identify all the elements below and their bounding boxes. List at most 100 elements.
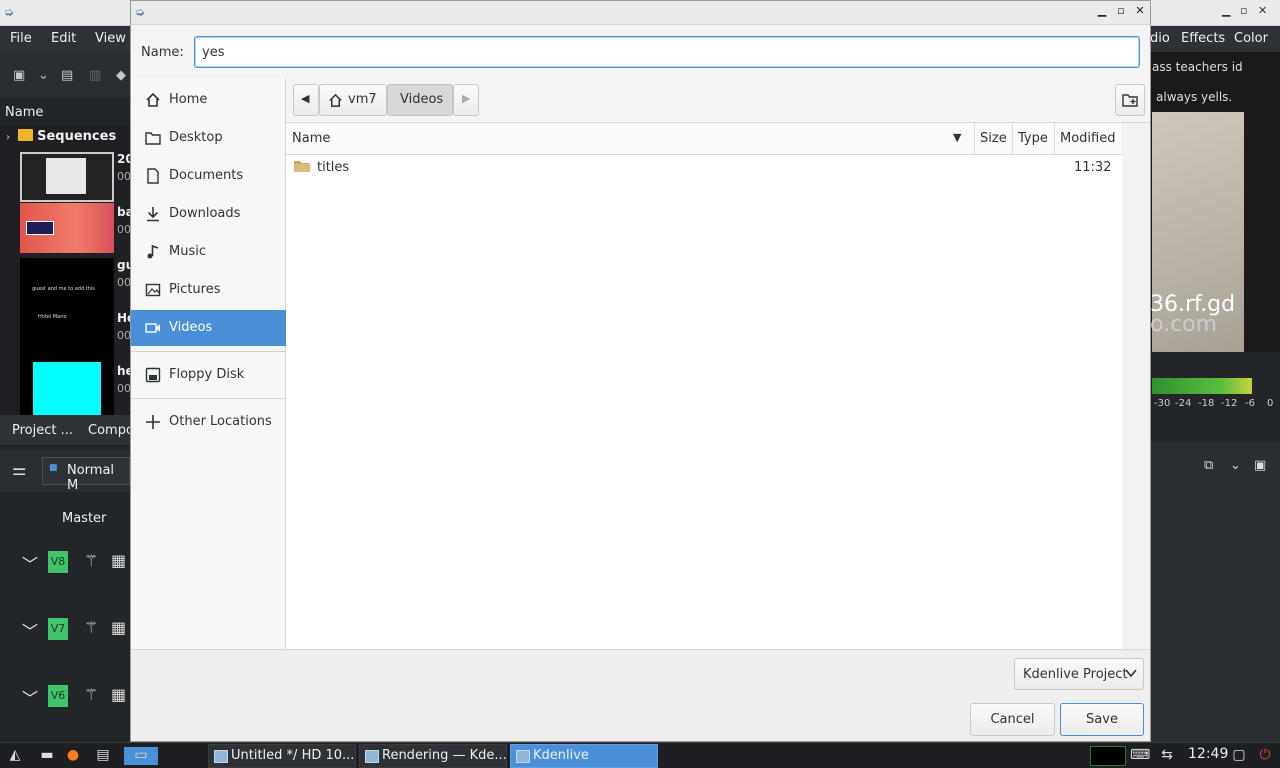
clip-thumbnail[interactable] [20,362,114,415]
power-icon[interactable]: ⏻ [1256,747,1274,765]
magic-wand-icon[interactable]: ⚚ [84,618,98,637]
menu-edit[interactable]: Edit [51,31,76,46]
path-segment-videos[interactable]: Videos [387,84,453,116]
track-badge[interactable]: V8 [48,551,68,573]
trash-icon[interactable]: ▥ [89,68,101,83]
column-modified[interactable]: Modified [1060,131,1115,146]
film-icon[interactable]: ▦ [111,618,126,637]
link-icon[interactable]: ⧉ [1204,458,1213,473]
sequences-folder[interactable]: › Sequences [6,129,116,144]
kdenlive-menubar-right: dio Effects Color [1150,26,1280,52]
filter-value: Kdenlive Project [1023,667,1128,682]
collapse-icon[interactable]: ﹀ [22,551,38,575]
task-label: Kdenlive [533,748,589,763]
collapse-icon[interactable]: ﹀ [22,618,38,642]
menu-view[interactable]: View [95,31,126,46]
path-segment-home[interactable]: vm7 [319,84,387,116]
task-button[interactable]: Kdenlive [510,744,658,768]
filename-input[interactable] [194,36,1140,68]
magic-wand-icon[interactable]: ⚚ [84,551,98,570]
clip-thumbnail[interactable] [20,203,114,253]
place-documents[interactable]: Documents [131,158,286,194]
close-icon[interactable]: ✕ [1258,4,1267,17]
save-file-dialog: ➭ ▁ ▫ ✕ Name: Home Desktop Documents Dow… [130,0,1151,742]
firefox-icon[interactable]: ● [64,747,82,765]
chevron-right-icon: ▶ [462,92,471,105]
clip-thumbnail[interactable]: guest and me to add this Hotel Mario [20,258,114,362]
menu-audio[interactable]: dio [1150,31,1170,46]
create-folder-button[interactable] [1115,84,1145,116]
place-desktop[interactable]: Desktop [131,120,286,156]
film-icon[interactable]: ▦ [111,551,126,570]
clip-duration: 00 [117,223,131,236]
tab-compositions[interactable]: Compo [88,423,134,438]
place-videos[interactable]: Videos [131,310,286,346]
folder-icon [18,129,34,141]
chevron-down-icon[interactable]: ⌄ [38,68,49,83]
place-floppy[interactable]: Floppy Disk [131,357,286,393]
tab-project[interactable]: Project ... [12,423,73,438]
notification-icon[interactable]: ▢ [1230,747,1248,765]
track-badge[interactable]: V6 [48,685,68,707]
clip-duration: 00 [117,170,131,183]
kdenlive-app-icon: ➭ [4,5,15,19]
file-modified: 11:32 [1074,160,1112,175]
magic-wand-icon[interactable]: ⚚ [84,685,98,704]
place-other-locations[interactable]: Other Locations [131,404,286,440]
tag-icon[interactable]: ◆ [116,68,126,83]
column-type[interactable]: Type [1018,131,1048,146]
add-folder-icon[interactable]: ▤ [61,68,73,83]
close-icon[interactable]: ✕ [1132,4,1148,20]
minimize-icon[interactable]: ▁ [1094,4,1110,20]
sliders-icon[interactable]: ⚌ [12,460,26,479]
collapse-icon[interactable]: ﹀ [22,685,38,709]
path-segment-label: Videos [400,92,444,107]
path-forward-button[interactable]: ▶ [453,84,479,116]
bin-column-name[interactable]: Name [5,105,43,120]
switch-user-icon[interactable]: ⇆ [1158,747,1176,765]
add-clip-icon[interactable]: ▣ [13,68,25,83]
place-music[interactable]: Music [131,234,286,270]
file-type-filter[interactable]: Kdenlive Project [1014,658,1144,690]
place-pictures[interactable]: Pictures [131,272,286,308]
expand-icon[interactable]: › [6,132,10,143]
menu-color[interactable]: Color [1234,31,1268,46]
maximize-icon[interactable]: ▫ [1240,4,1247,17]
start-menu-icon[interactable]: ◭ [6,747,24,765]
maximize-icon[interactable]: ▫ [1113,4,1129,20]
clock[interactable]: 12:49 [1188,746,1228,762]
cancel-button[interactable]: Cancel [970,703,1055,736]
menu-file[interactable]: File [10,31,32,46]
clip-monitor[interactable]: ass teachers id always yells. 36.rf.gd o… [1150,52,1280,352]
place-downloads[interactable]: Downloads [131,196,286,232]
track-badge[interactable]: V7 [48,618,68,640]
task-button[interactable]: Rendering — Kde... [359,744,507,768]
minimize-icon[interactable]: ▁ [1222,4,1230,17]
meter-tick: -18 [1198,398,1215,409]
clip-thumbnail[interactable] [20,152,114,202]
film-icon[interactable]: ▦ [111,685,126,704]
kdenlive-launcher-icon[interactable]: ▭ [124,747,158,765]
chevron-down-icon[interactable]: ⌄ [1230,458,1241,473]
sort-arrow-icon[interactable]: ▼ [953,131,961,144]
blend-mode-select[interactable]: ■ Normal M [42,457,130,493]
snapshot-icon[interactable]: ▣ [1254,458,1266,473]
column-size[interactable]: Size [980,131,1007,146]
audio-meter: -30 -24 -18 -12 -6 0 [1150,352,1280,442]
mixer-toolbar: ⚌ ■ Normal M [0,450,130,493]
task-button[interactable]: Untitled */ HD 10... [208,744,356,768]
show-desktop-icon[interactable]: ▬ [38,747,56,765]
path-bar: ◀ vm7 Videos ▶ [286,79,1150,123]
meter-tick: -24 [1175,398,1192,409]
place-home[interactable]: Home [131,82,286,118]
path-back-button[interactable]: ◀ [293,84,319,116]
download-icon [147,207,159,222]
file-list-scrollbar[interactable] [1122,123,1150,649]
menu-effects[interactable]: Effects [1181,31,1225,46]
column-name[interactable]: Name [292,131,330,146]
save-button[interactable]: Save [1060,703,1144,736]
file-manager-icon[interactable]: ▤ [94,747,112,765]
preview-caption: ass teachers id [1152,60,1243,74]
list-item[interactable]: titles 11:32 [286,155,1122,181]
network-icon[interactable]: ⌨ [1130,747,1150,765]
